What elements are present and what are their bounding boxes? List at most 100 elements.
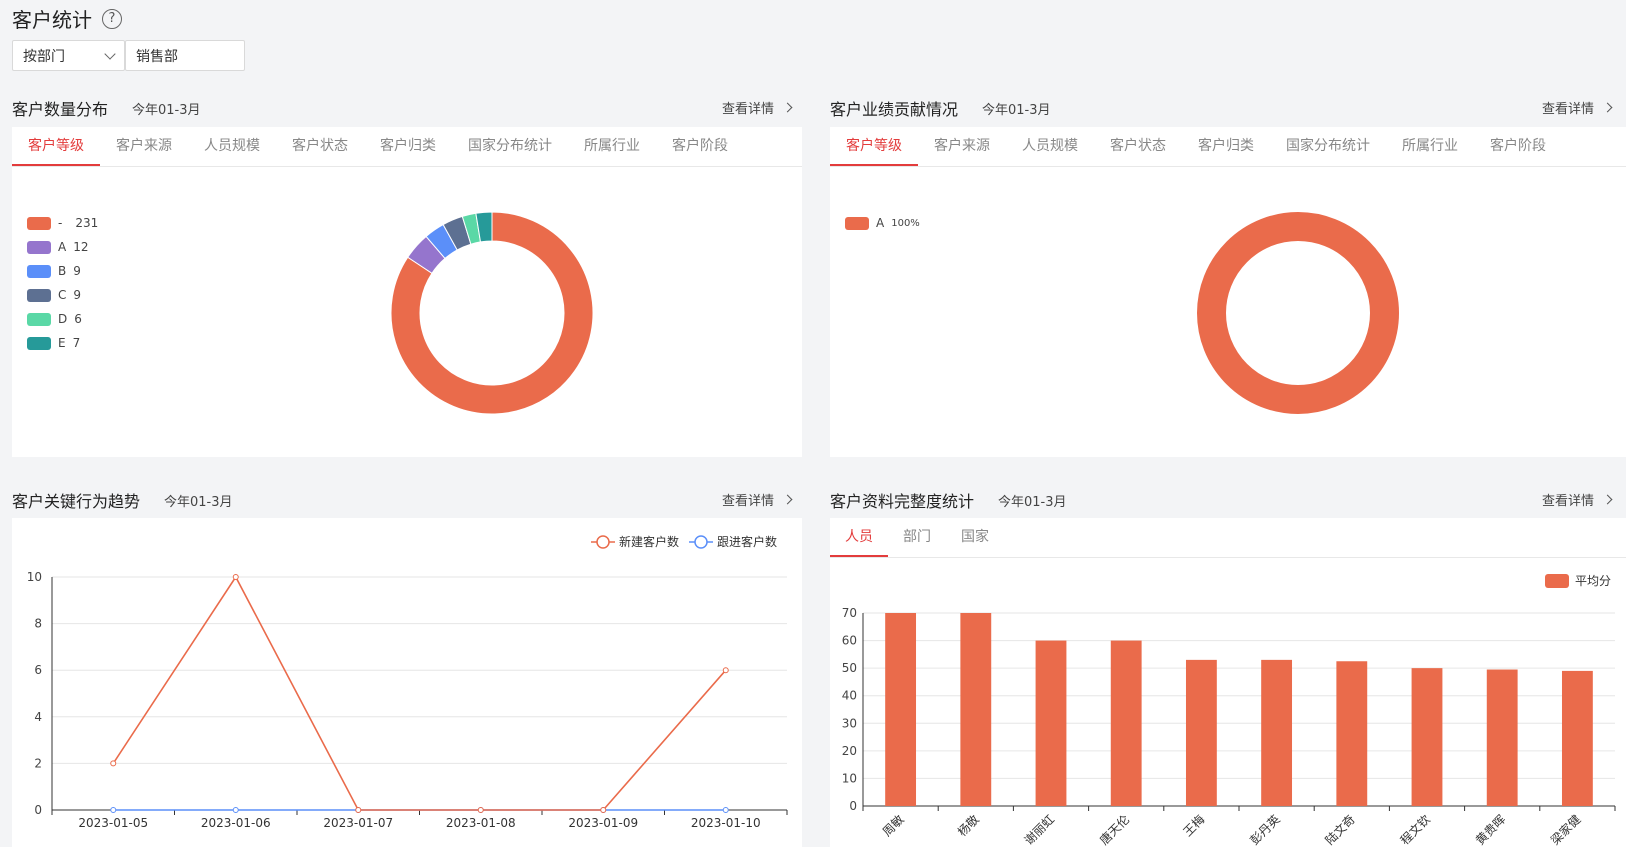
page-title-text: 客户统计 bbox=[12, 8, 92, 32]
contribution-tab[interactable]: 客户来源 bbox=[918, 127, 1006, 166]
bar[interactable] bbox=[1561, 670, 1593, 806]
completeness-title: 客户资料完整度统计 bbox=[830, 492, 975, 511]
detail-label: 查看详情 bbox=[1542, 494, 1595, 509]
y-tick-label: 60 bbox=[842, 634, 857, 648]
chevron-right-icon bbox=[782, 102, 793, 113]
trend-card: 0 2 4 6 8 10 2023-01-05 2023-01-06 2023-01-07 202… bbox=[12, 518, 802, 847]
dimension-select-value: 按部门 bbox=[23, 48, 65, 65]
x-tick-label: 周敏 bbox=[879, 812, 907, 840]
bar[interactable] bbox=[1411, 668, 1443, 806]
distribution-tab[interactable]: 国家分布统计 bbox=[452, 127, 568, 166]
y-tick-label: 10 bbox=[842, 771, 857, 785]
distribution-tabs: 客户等级 客户来源 人员规模 客户状态 客户归类 国家分布统计 所属行业 客户阶段 bbox=[12, 127, 802, 167]
contribution-card: 客户等级 客户来源 人员规模 客户状态 客户归类 国家分布统计 所属行业 客户阶段 A 100% bbox=[830, 127, 1626, 457]
x-tick-label: 杨敬 bbox=[954, 812, 982, 840]
completeness-bar-chart: 0 10 20 30 40 50 60 70 周敏 杨敬 谢丽虹 唐天伦 王梅 彭丹英 陆文奇 程文钦 黄贵晖 梁… bbox=[842, 574, 1616, 847]
contribution-tab[interactable]: 客户阶段 bbox=[1474, 127, 1562, 166]
data-point[interactable] bbox=[232, 574, 239, 580]
data-point[interactable] bbox=[722, 667, 729, 674]
data-point[interactable] bbox=[110, 760, 117, 767]
bar[interactable] bbox=[1261, 659, 1293, 806]
data-point[interactable] bbox=[600, 807, 607, 813]
x-tick-label: 程文钦 bbox=[1397, 812, 1433, 847]
distribution-donut-chart bbox=[390, 211, 594, 415]
legend-label[interactable]: 新建客户数 bbox=[619, 534, 679, 549]
contribution-period: 今年01-3月 bbox=[982, 102, 1051, 118]
contribution-header: 客户业绩贡献情况 今年01-3月 bbox=[830, 96, 1051, 120]
completeness-detail-link[interactable]: 查看详情 bbox=[1542, 490, 1613, 509]
contribution-tab[interactable]: 人员规模 bbox=[1006, 127, 1094, 166]
distribution-tab[interactable]: 客户来源 bbox=[100, 127, 188, 166]
y-tick-label: 20 bbox=[842, 744, 857, 758]
distribution-tab[interactable]: 客户归类 bbox=[364, 127, 452, 166]
x-tick-label: 2023-01-05 bbox=[78, 816, 148, 830]
chevron-right-icon bbox=[1602, 494, 1613, 505]
data-point[interactable] bbox=[110, 807, 117, 813]
y-tick-label: 4 bbox=[34, 710, 42, 724]
completeness-tab[interactable]: 部门 bbox=[888, 518, 946, 557]
x-tick-label: 2023-01-06 bbox=[201, 816, 271, 830]
bar[interactable] bbox=[1185, 659, 1217, 806]
bar[interactable] bbox=[1035, 640, 1067, 806]
distribution-tab[interactable]: 客户阶段 bbox=[656, 127, 744, 166]
completeness-tab[interactable]: 人员 bbox=[830, 518, 888, 557]
distribution-tab[interactable]: 人员规模 bbox=[188, 127, 276, 166]
contribution-tab[interactable]: 所属行业 bbox=[1386, 127, 1474, 166]
contribution-donut-chart bbox=[1197, 212, 1399, 414]
donut-slice[interactable] bbox=[1197, 212, 1399, 414]
completeness-tabs: 人员 部门 国家 bbox=[830, 518, 1626, 558]
legend-marker-icon bbox=[694, 535, 708, 549]
distribution-period: 今年01-3月 bbox=[132, 102, 201, 118]
bar[interactable] bbox=[885, 613, 917, 806]
distribution-tab[interactable]: 所属行业 bbox=[568, 127, 656, 166]
y-tick-label: 70 bbox=[842, 606, 857, 620]
data-point[interactable] bbox=[355, 807, 362, 813]
legend-label[interactable]: 跟进客户数 bbox=[717, 534, 777, 549]
y-tick-label: 0 bbox=[34, 803, 42, 817]
completeness-header: 客户资料完整度统计 今年01-3月 bbox=[830, 488, 1067, 512]
x-tick-label: 梁家健 bbox=[1547, 812, 1583, 847]
data-point[interactable] bbox=[722, 807, 729, 813]
contribution-tab[interactable]: 客户状态 bbox=[1094, 127, 1182, 166]
contribution-tab[interactable]: 客户等级 bbox=[830, 127, 918, 166]
y-tick-label: 50 bbox=[842, 661, 857, 675]
distribution-detail-link[interactable]: 查看详情 bbox=[722, 98, 793, 117]
contribution-detail-link[interactable]: 查看详情 bbox=[1542, 98, 1613, 117]
bar[interactable] bbox=[960, 613, 992, 806]
trend-period: 今年01-3月 bbox=[164, 494, 233, 510]
contribution-tab[interactable]: 国家分布统计 bbox=[1270, 127, 1386, 166]
legend-label[interactable]: 平均分 bbox=[1575, 574, 1611, 588]
completeness-tab[interactable]: 国家 bbox=[946, 518, 1004, 557]
data-point[interactable] bbox=[232, 807, 239, 813]
trend-title: 客户关键行为趋势 bbox=[12, 492, 141, 511]
x-tick-label: 2023-01-08 bbox=[446, 816, 516, 830]
legend-swatch bbox=[1545, 574, 1569, 588]
help-icon[interactable]: ? bbox=[102, 8, 122, 29]
dimension-select[interactable]: 按部门 bbox=[12, 40, 125, 71]
completeness-period: 今年01-3月 bbox=[998, 494, 1067, 510]
data-point[interactable] bbox=[477, 807, 484, 813]
y-tick-label: 0 bbox=[849, 799, 857, 813]
y-tick-label: 30 bbox=[842, 716, 857, 730]
contribution-tab[interactable]: 客户归类 bbox=[1182, 127, 1270, 166]
trend-detail-link[interactable]: 查看详情 bbox=[722, 490, 793, 509]
department-input-value: 销售部 bbox=[136, 48, 178, 65]
detail-label: 查看详情 bbox=[722, 494, 775, 509]
distribution-tab[interactable]: 客户状态 bbox=[276, 127, 364, 166]
distribution-card: 客户等级 客户来源 人员规模 客户状态 客户归类 国家分布统计 所属行业 客户阶段 -231 A… bbox=[12, 127, 802, 457]
bar[interactable] bbox=[1486, 669, 1518, 806]
x-tick-label: 陆文奇 bbox=[1322, 812, 1358, 847]
trend-line-chart: 0 2 4 6 8 10 2023-01-05 2023-01-06 2023-01-07 202… bbox=[27, 534, 788, 830]
x-tick-label: 谢丽虹 bbox=[1021, 812, 1057, 847]
department-input[interactable]: 销售部 bbox=[125, 40, 245, 71]
y-tick-label: 40 bbox=[842, 689, 857, 703]
trend-header: 客户关键行为趋势 今年01-3月 bbox=[12, 488, 233, 512]
chevron-right-icon bbox=[1602, 102, 1613, 113]
x-tick-label: 2023-01-07 bbox=[323, 816, 393, 830]
bar[interactable] bbox=[1110, 640, 1142, 806]
contribution-title: 客户业绩贡献情况 bbox=[830, 100, 959, 119]
y-tick-label: 6 bbox=[34, 663, 42, 677]
x-tick-label: 唐天伦 bbox=[1096, 812, 1132, 847]
distribution-tab[interactable]: 客户等级 bbox=[12, 127, 100, 166]
bar[interactable] bbox=[1336, 661, 1368, 806]
